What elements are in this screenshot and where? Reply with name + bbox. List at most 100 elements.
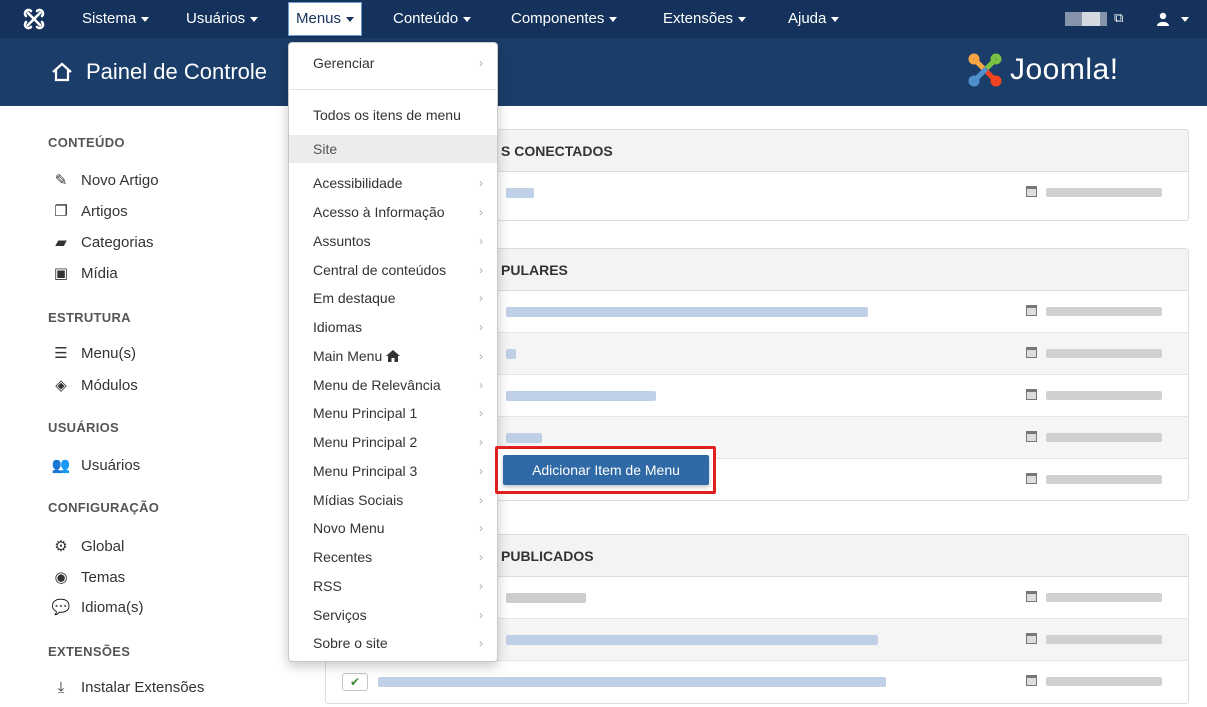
menu-item-acessibilidade[interactable]: Acessibilidade › bbox=[289, 169, 497, 197]
nav-usuarios[interactable]: Usuários bbox=[178, 0, 266, 38]
blurred-link[interactable] bbox=[506, 433, 542, 443]
sidebar-item-menus[interactable]: ☰ Menu(s) bbox=[50, 344, 136, 362]
download-icon: ⤓ bbox=[57, 679, 65, 696]
menu-item-midias-sociais[interactable]: Mídias Sociais › bbox=[289, 486, 497, 514]
sidebar-heading-configuracao: CONFIGURAÇÃO bbox=[48, 500, 160, 515]
home-icon bbox=[52, 62, 72, 82]
calendar-icon bbox=[1026, 431, 1037, 442]
page-header: Painel de Controle Joomla! bbox=[0, 38, 1207, 106]
blurred-date bbox=[1046, 475, 1162, 484]
calendar-icon bbox=[1026, 633, 1037, 644]
chevron-right-icon: › bbox=[479, 263, 483, 277]
menu-item-menu-principal-3[interactable]: Menu Principal 3 › bbox=[289, 457, 497, 485]
chevron-right-icon: › bbox=[479, 320, 483, 334]
chevron-right-icon: › bbox=[479, 521, 483, 535]
list-icon: ☰ bbox=[54, 345, 68, 362]
menu-item-idiomas[interactable]: Idiomas › bbox=[289, 313, 497, 341]
calendar-icon bbox=[1026, 347, 1037, 358]
menu-item-servicos[interactable]: Serviços › bbox=[289, 601, 497, 629]
menu-item-menu-relevancia[interactable]: Menu de Relevância › bbox=[289, 371, 497, 399]
sidebar-item-instalar-extensoes[interactable]: ⤓ Instalar Extensões bbox=[50, 679, 205, 696]
nav-sistema[interactable]: Sistema bbox=[74, 0, 157, 38]
sidebar-item-artigos[interactable]: ❐ Artigos bbox=[50, 202, 127, 220]
chevron-right-icon: › bbox=[479, 378, 483, 392]
joomla-logo-icon[interactable] bbox=[967, 52, 1003, 88]
external-link-icon[interactable]: ⧉ bbox=[1114, 10, 1123, 26]
cube-icon: ◈ bbox=[55, 377, 67, 394]
add-menu-item-button[interactable]: Adicionar Item de Menu bbox=[503, 455, 709, 485]
nav-ajuda[interactable]: Ajuda bbox=[780, 0, 847, 38]
menu-item-menu-principal-1[interactable]: Menu Principal 1 › bbox=[289, 399, 497, 427]
sidebar-item-usuarios[interactable]: 👥 Usuários bbox=[50, 456, 141, 474]
user-caret-icon[interactable] bbox=[1181, 17, 1189, 22]
calendar-icon bbox=[1026, 473, 1037, 484]
pencil-icon: ✎ bbox=[54, 172, 68, 189]
menu-item-sobre-site[interactable]: Sobre o site › bbox=[289, 629, 497, 657]
blurred-link[interactable] bbox=[506, 635, 878, 645]
sidebar-item-novo-artigo[interactable]: ✎ Novo Artigo bbox=[50, 171, 159, 189]
menu-item-novo-menu[interactable]: Novo Menu › bbox=[289, 514, 497, 542]
blurred-link[interactable] bbox=[378, 677, 886, 687]
blurred-date bbox=[1046, 391, 1162, 400]
sidebar-heading-extensoes: EXTENSÕES bbox=[48, 644, 131, 659]
chevron-right-icon: › bbox=[479, 234, 483, 248]
sidebar-item-temas[interactable]: ◉ Temas bbox=[50, 568, 125, 586]
calendar-icon bbox=[1026, 591, 1037, 602]
joomla-icon[interactable] bbox=[22, 7, 46, 31]
users-icon: 👥 bbox=[51, 457, 71, 474]
sidebar-item-idiomas[interactable]: 💬 Idioma(s) bbox=[50, 598, 144, 616]
menu-item-acesso-informacao[interactable]: Acesso à Informação › bbox=[289, 198, 497, 226]
nav-componentes[interactable]: Componentes bbox=[503, 0, 625, 38]
nav-extensoes[interactable]: Extensões bbox=[655, 0, 754, 38]
copy-icon: ❐ bbox=[54, 203, 68, 220]
nav-menus[interactable]: Menus bbox=[288, 2, 363, 36]
published-check-icon[interactable]: ✔ bbox=[342, 673, 368, 691]
nav-conteudo[interactable]: Conteúdo bbox=[385, 0, 479, 38]
menu-item-recentes[interactable]: Recentes › bbox=[289, 543, 497, 571]
menu-item-em-destaque[interactable]: Em destaque › bbox=[289, 284, 497, 312]
chevron-right-icon: › bbox=[479, 636, 483, 650]
panel-title: S CONECTADOS bbox=[501, 143, 613, 159]
blurred-link[interactable] bbox=[506, 391, 656, 401]
sidebar-item-midia[interactable]: ▣ Mídia bbox=[50, 264, 118, 282]
calendar-icon bbox=[1026, 389, 1037, 400]
menu-divider bbox=[290, 89, 496, 90]
sidebar-item-global[interactable]: ⚙ Global bbox=[50, 537, 124, 555]
panel-title: PULARES bbox=[501, 262, 568, 278]
sidebar-item-categorias[interactable]: ▰ Categorias bbox=[50, 233, 153, 251]
menu-item-central-conteudos[interactable]: Central de conteúdos › bbox=[289, 256, 497, 284]
table-row: ✔ bbox=[326, 661, 1188, 703]
calendar-icon bbox=[1026, 305, 1037, 316]
blurred-link[interactable] bbox=[506, 307, 868, 317]
chevron-right-icon: › bbox=[479, 176, 483, 190]
blurred-date bbox=[1046, 635, 1162, 644]
menu-item-assuntos[interactable]: Assuntos › bbox=[289, 227, 497, 255]
chevron-right-icon: › bbox=[479, 406, 483, 420]
gear-icon: ⚙ bbox=[54, 538, 68, 555]
menu-header-site: Site bbox=[289, 135, 497, 163]
user-icon[interactable] bbox=[1155, 11, 1171, 27]
chevron-right-icon: › bbox=[479, 579, 483, 593]
calendar-icon bbox=[1026, 675, 1037, 686]
top-navbar: Sistema Usuários Menus Conteúdo Componen… bbox=[0, 0, 1207, 38]
blurred-link[interactable] bbox=[506, 349, 516, 359]
chevron-right-icon: › bbox=[479, 56, 483, 70]
submenu-highlight: Adicionar Item de Menu bbox=[495, 446, 716, 494]
menu-item-gerenciar[interactable]: Gerenciar › bbox=[289, 49, 497, 77]
chevron-right-icon: › bbox=[479, 493, 483, 507]
sidebar-heading-conteudo: CONTEÚDO bbox=[48, 135, 125, 150]
sidebar-item-modulos[interactable]: ◈ Módulos bbox=[50, 376, 137, 394]
chevron-right-icon: › bbox=[479, 550, 483, 564]
menu-item-rss[interactable]: RSS › bbox=[289, 572, 497, 600]
menu-item-main-menu[interactable]: Main Menu › bbox=[289, 342, 497, 370]
chevron-right-icon: › bbox=[479, 291, 483, 305]
chevron-right-icon: › bbox=[479, 435, 483, 449]
folder-icon: ▰ bbox=[55, 234, 67, 251]
calendar-icon bbox=[1026, 186, 1037, 197]
chevron-right-icon: › bbox=[479, 349, 483, 363]
menu-item-todos-itens[interactable]: Todos os itens de menu bbox=[289, 101, 497, 129]
sidebar-heading-estrutura: ESTRUTURA bbox=[48, 310, 131, 325]
image-icon: ▣ bbox=[53, 265, 69, 282]
chevron-right-icon: › bbox=[479, 608, 483, 622]
menu-item-menu-principal-2[interactable]: Menu Principal 2 › bbox=[289, 428, 497, 456]
